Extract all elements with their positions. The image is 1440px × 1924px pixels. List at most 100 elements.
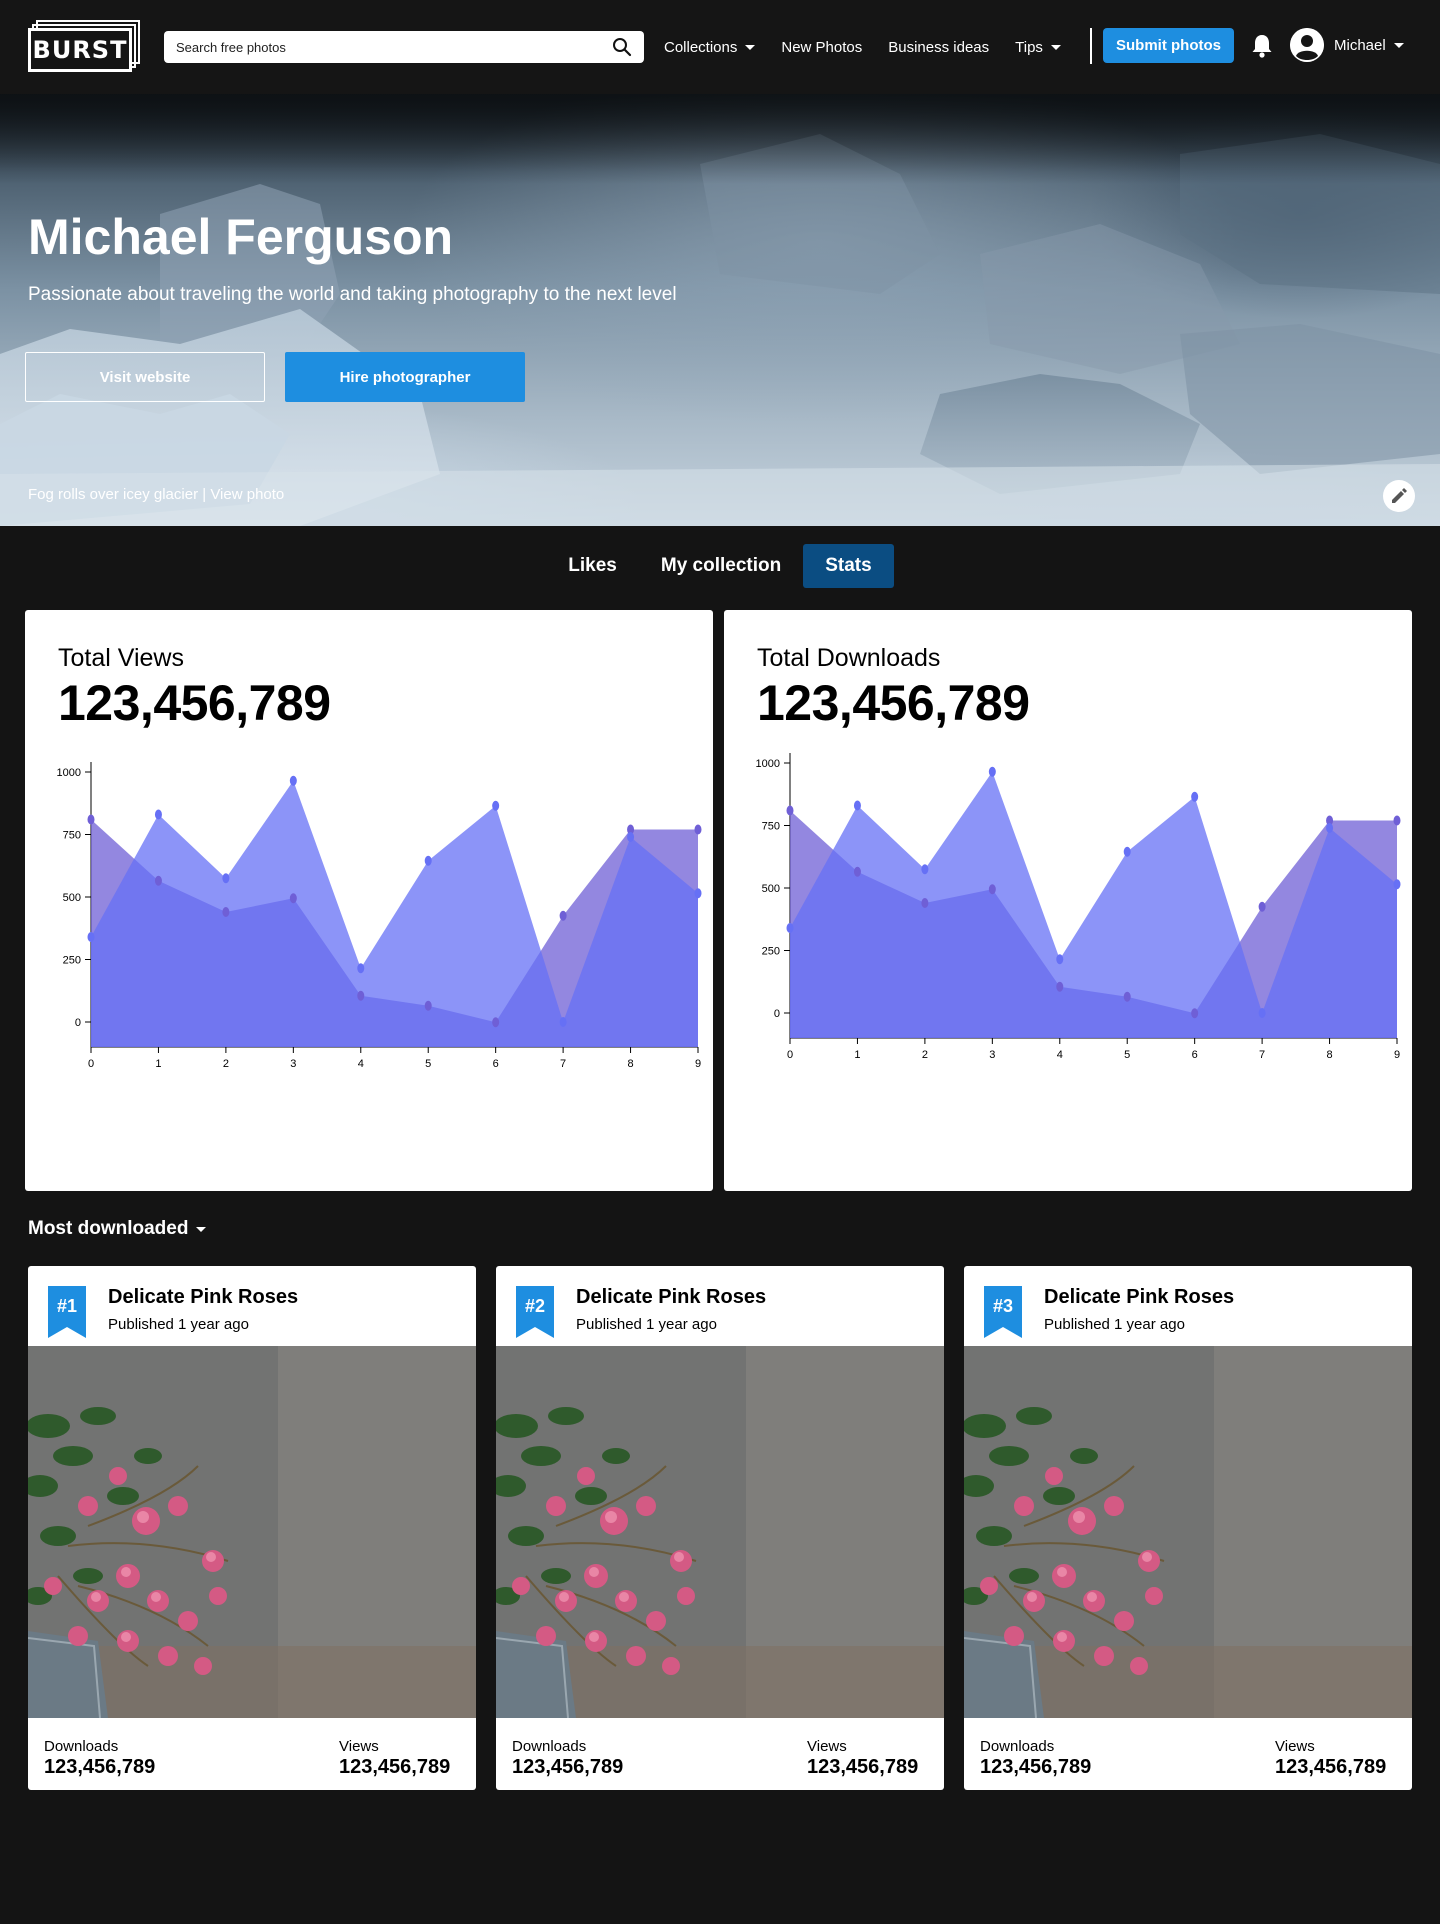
search-icon[interactable] [612, 37, 632, 57]
burst-logo[interactable]: BURST [28, 20, 140, 72]
logo-text: BURST [32, 36, 128, 64]
top-nav: BURST Collections New Photos Business id… [0, 0, 1440, 94]
series-0-point [357, 990, 365, 1001]
series-1-point [1258, 1008, 1266, 1018]
series-0-point [1123, 991, 1131, 1002]
photo-thumbnail[interactable] [28, 1346, 476, 1718]
user-icon [1290, 28, 1324, 62]
series-1-point [154, 809, 162, 820]
nav-business-ideas[interactable]: Business ideas [888, 39, 989, 56]
pencil-icon [1392, 488, 1407, 503]
downloads-label: Downloads [512, 1738, 587, 1755]
x-tick-label: 7 [560, 1058, 566, 1070]
views-value: 123,456,789 [807, 1756, 919, 1778]
rank-badge: #3 [984, 1286, 1022, 1338]
edit-cover-button[interactable] [1383, 480, 1415, 512]
pink-roses-image [964, 1346, 1412, 1718]
y-tick-label: 750 [762, 821, 780, 833]
series-0-point [1056, 981, 1064, 992]
logo-frame-front: BURST [28, 28, 132, 72]
downloads-value: 123,456,789 [44, 1756, 156, 1778]
photo-published: Published 1 year ago [1044, 1316, 1185, 1333]
photo-stats: Downloads 123,456,789 Views 123,456,789 [964, 1718, 1412, 1790]
photo-title[interactable]: Delicate Pink Roses [1044, 1286, 1234, 1309]
downloads-area-chart: 0 250 500 750 1000 0 1 2 3 4 5 6 7 8 9 [756, 753, 1401, 1061]
hero-caption-separator: | [202, 486, 207, 503]
series-1-point [289, 775, 297, 786]
photo-card[interactable]: #2 Delicate Pink Roses Published 1 year … [496, 1266, 944, 1790]
hire-photographer-button[interactable]: Hire photographer [285, 352, 525, 402]
nav-collections[interactable]: Collections [664, 39, 756, 56]
profile-bio: Passionate about traveling the world and… [28, 284, 677, 305]
pink-roses-image [496, 1346, 944, 1718]
series-1-point [627, 832, 635, 842]
series-0-point [921, 898, 929, 908]
views-value: 123,456,789 [1275, 1756, 1387, 1778]
profile-tabs: Likes My collection Stats [0, 544, 1440, 588]
tab-my-collection[interactable]: My collection [639, 544, 803, 588]
series-0-point [694, 824, 702, 835]
view-photo-link[interactable]: View photo [210, 486, 284, 503]
x-tick-label: 7 [1259, 1049, 1265, 1061]
y-tick-label: 500 [762, 883, 780, 895]
series-1-point [1326, 823, 1334, 833]
photo-thumbnail[interactable] [496, 1346, 944, 1718]
x-tick-label: 4 [1057, 1049, 1063, 1061]
photo-card[interactable]: #3 Delicate Pink Roses Published 1 year … [964, 1266, 1412, 1790]
rank-label: #2 [524, 1296, 546, 1316]
series-0-point [222, 907, 230, 917]
views-label: Views [339, 1738, 379, 1755]
nav-business-ideas-label: Business ideas [888, 38, 990, 56]
y-tick-label: 750 [63, 830, 81, 842]
nav-new-photos-label: New Photos [781, 38, 863, 56]
y-tick-label: 0 [774, 1008, 780, 1020]
search-bar [164, 31, 644, 63]
views-label: Views [807, 1738, 847, 1755]
avatar[interactable] [1290, 28, 1324, 62]
series-1-point [988, 766, 996, 777]
photo-title[interactable]: Delicate Pink Roses [576, 1286, 766, 1309]
series-1-point [1191, 791, 1199, 802]
series-1-point [357, 963, 365, 974]
series-1-point [694, 888, 702, 899]
user-name-label: Michael [1334, 37, 1386, 54]
photo-thumbnail[interactable] [964, 1346, 1412, 1718]
chevron-down-icon [196, 1226, 207, 1232]
series-0-point [1191, 1008, 1199, 1019]
x-tick-label: 8 [1326, 1049, 1332, 1061]
y-tick-label: 0 [75, 1017, 81, 1029]
downloads-value: 123,456,789 [512, 1756, 624, 1778]
nav-divider [1090, 28, 1092, 64]
nav-tips[interactable]: Tips [1015, 39, 1061, 56]
search-input[interactable] [176, 39, 612, 55]
bell-icon[interactable] [1248, 32, 1276, 60]
submit-photos-button[interactable]: Submit photos [1103, 28, 1234, 63]
visit-website-button[interactable]: Visit website [25, 352, 265, 402]
series-0-point [853, 866, 861, 877]
downloads-label: Downloads [980, 1738, 1055, 1755]
tab-stats[interactable]: Stats [803, 544, 894, 588]
photo-card[interactable]: #1 Delicate Pink Roses Published 1 year … [28, 1266, 476, 1790]
photo-stats: Downloads 123,456,789 Views 123,456,789 [28, 1718, 476, 1790]
series-1-point [853, 800, 861, 811]
series-0-point [424, 1000, 432, 1011]
y-tick-label: 1000 [57, 767, 81, 779]
most-downloaded-dropdown[interactable]: Most downloaded [28, 1218, 207, 1240]
total-views-card: Total Views 123,456,789 0 250 500 750 1000 0 1… [25, 610, 713, 1191]
x-tick-label: 3 [989, 1049, 995, 1061]
series-0-point [786, 805, 794, 816]
series-1-point [424, 855, 432, 866]
x-tick-label: 1 [155, 1058, 161, 1070]
x-tick-label: 1 [854, 1049, 860, 1061]
photo-published: Published 1 year ago [108, 1316, 249, 1333]
downloads-value: 123,456,789 [980, 1756, 1092, 1778]
x-tick-label: 4 [358, 1058, 364, 1070]
y-tick-label: 250 [63, 955, 81, 967]
user-menu[interactable]: Michael [1334, 37, 1404, 54]
photo-title[interactable]: Delicate Pink Roses [108, 1286, 298, 1309]
tab-likes[interactable]: Likes [546, 544, 639, 588]
series-1-point [786, 923, 794, 933]
series-0-point [289, 893, 297, 904]
x-tick-label: 9 [695, 1058, 701, 1070]
nav-new-photos[interactable]: New Photos [781, 39, 862, 56]
